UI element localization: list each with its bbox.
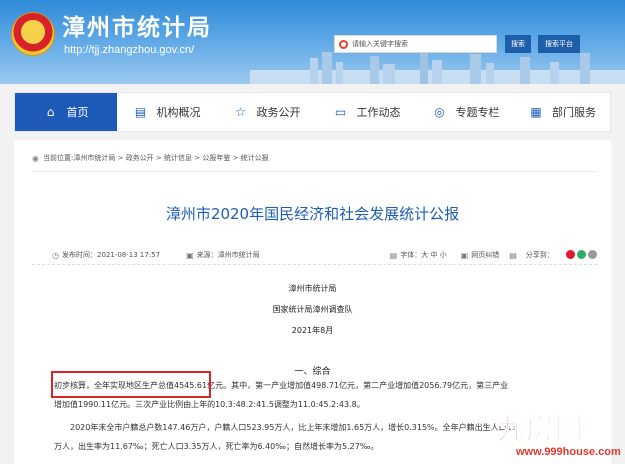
share-label: 分享到： xyxy=(525,251,554,259)
breadcrumb-item[interactable]: 公报年鉴 xyxy=(202,153,230,163)
publish-time: ◷ 发布时间：2021-08-13 17:57 xyxy=(52,250,161,260)
article-title: 漳州市2020年国民经济和社会发展统计公报 xyxy=(165,205,460,223)
breadcrumb-item[interactable]: 统计公报 xyxy=(241,153,269,163)
location-pin-icon: ◉ xyxy=(32,154,39,163)
site-title[interactable]: 漳州市统计局 xyxy=(62,8,212,42)
article-source: ▣ 来源：漳州市统计局 xyxy=(186,250,260,260)
issuer-org-1: 漳州市统计局 xyxy=(288,284,337,293)
issue-date: 2021年8月 xyxy=(291,326,334,335)
lightbulb-icon: ◎ xyxy=(434,105,445,119)
font-icon: ▤ xyxy=(389,250,398,260)
breadcrumb-prefix: 当前位置: xyxy=(43,154,74,162)
search-icon xyxy=(339,39,348,49)
nav-item-label: 专题专栏 xyxy=(455,106,500,119)
watermark-logo: 九房网 www.999house.com xyxy=(496,408,623,462)
org-icon: ▤ xyxy=(134,105,147,119)
breadcrumb-item[interactable]: 统计信息 xyxy=(164,153,192,163)
weibo-share-icon[interactable] xyxy=(566,250,575,259)
star-icon: ☆ xyxy=(235,105,246,119)
search-platform-button[interactable]: 搜索平台 xyxy=(538,35,580,53)
chat-icon: ▭ xyxy=(334,105,347,119)
nav-item-org[interactable]: ▤ 机构概况 xyxy=(117,93,217,131)
nav-item-label: 机构概况 xyxy=(156,106,201,119)
breadcrumb-item[interactable]: 漳州市统计局 xyxy=(73,153,115,163)
font-size-medium[interactable]: 中 xyxy=(430,250,437,260)
site-url: http://tjj.zhangzhou.gov.cn/ xyxy=(64,44,195,56)
font-size-switcher: ▤ 字体： 大 中 小 xyxy=(389,250,447,260)
source-icon: ▣ xyxy=(186,250,194,260)
gdp-highlight-box xyxy=(51,371,211,398)
nav-item-services[interactable]: ▦ 部门服务 xyxy=(515,93,610,131)
nav-item-label: 首页 xyxy=(66,106,89,119)
error-report-icon: ▣ xyxy=(460,250,469,260)
search-box[interactable] xyxy=(334,35,497,53)
font-size-large[interactable]: 大 xyxy=(421,250,428,260)
breadcrumb: ◉ 当前位置: 漳州市统计局 > 政务公开 > 统计信息 > 公报年鉴 > 统计… xyxy=(32,153,269,163)
font-size-small[interactable]: 小 xyxy=(440,250,447,260)
national-emblem-icon: ★ xyxy=(11,12,55,56)
nav-item-topics[interactable]: ◎ 专题专栏 xyxy=(417,93,515,131)
breadcrumb-item[interactable]: 政务公开 xyxy=(126,153,154,163)
nav-item-label: 部门服务 xyxy=(552,106,596,119)
article-meta-bar: ◷ 发布时间：2021-08-13 17:57 ▣ 来源：漳州市统计局 ▤ 字体… xyxy=(32,246,597,265)
nav-item-label: 工作动态 xyxy=(356,106,401,119)
error-report-link[interactable]: ▣ 网页纠错 xyxy=(461,250,500,260)
print-icon[interactable]: ▤ xyxy=(509,251,520,260)
main-nav: ⌂ 首页 ▤ 机构概况 ☆ 政务公开 ▭ 工作动态 ◎ 专题专栏 ▦ 部门服务 xyxy=(14,92,611,132)
watermark-url: www.999house.com xyxy=(516,446,621,458)
watermark-main: 九房网 xyxy=(496,413,585,447)
divider xyxy=(32,171,597,172)
search-input[interactable] xyxy=(352,40,492,48)
home-icon: ⌂ xyxy=(46,105,55,119)
search-button[interactable]: 搜索 xyxy=(505,35,531,53)
share-buttons xyxy=(566,250,597,259)
city-skyline-image xyxy=(250,50,625,84)
clock-icon: ◷ xyxy=(52,250,59,260)
nav-item-work-news[interactable]: ▭ 工作动态 xyxy=(317,93,417,131)
issuer-org-2: 国家统计局漳州调查队 xyxy=(272,305,353,314)
site-header: ★ 漳州市统计局 http://tjj.zhangzhou.gov.cn/ 搜索… xyxy=(0,0,625,84)
nav-item-label: 政务公开 xyxy=(256,106,301,119)
wechat-share-icon[interactable] xyxy=(577,250,586,259)
nav-item-gov-affairs[interactable]: ☆ 政务公开 xyxy=(217,93,317,131)
more-share-icon[interactable] xyxy=(588,250,597,259)
doc-icon: ▦ xyxy=(530,105,542,119)
nav-item-home[interactable]: ⌂ 首页 xyxy=(15,93,117,131)
